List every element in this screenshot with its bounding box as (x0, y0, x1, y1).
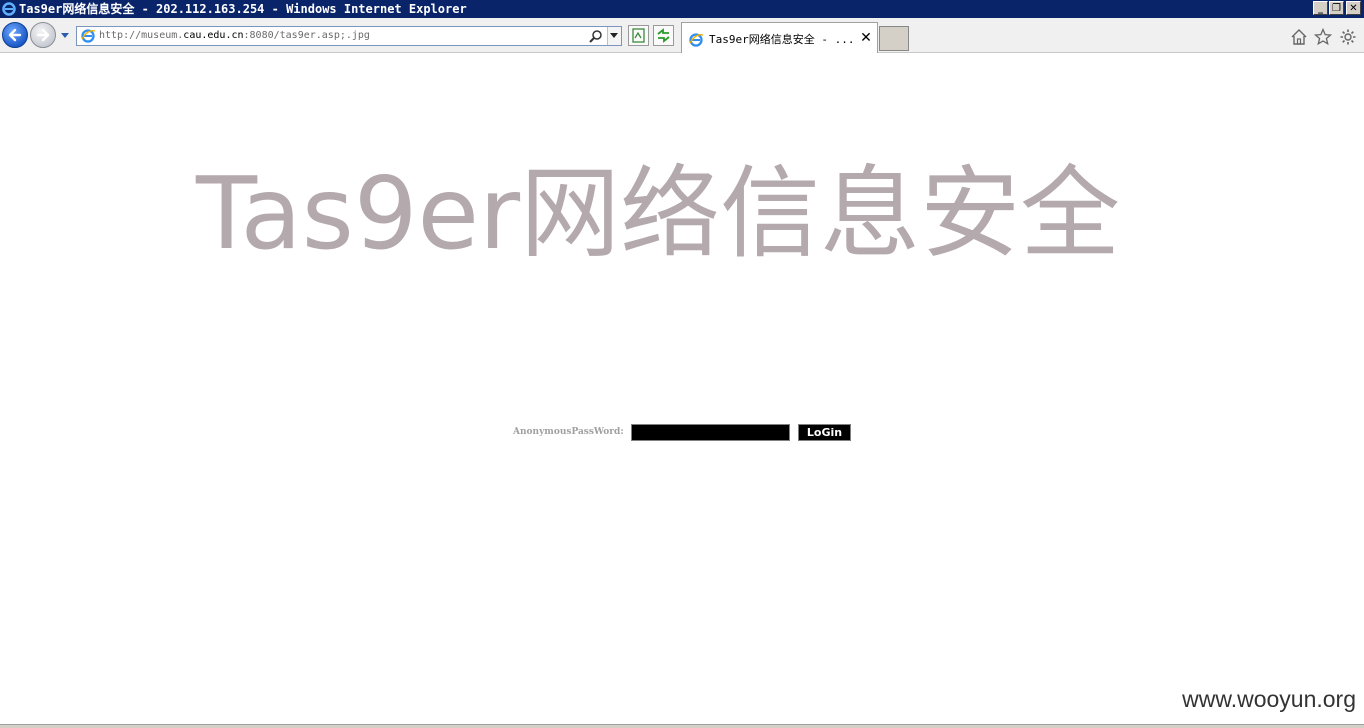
compatibility-view-button[interactable] (628, 25, 649, 46)
forward-arrow-icon (36, 28, 50, 42)
new-tab-button[interactable] (879, 26, 909, 51)
page-content: Tas9er网络信息安全 AnonymousPassWord: LoGin ww… (0, 54, 1364, 724)
refresh-button[interactable] (653, 25, 674, 46)
forward-button[interactable] (30, 22, 56, 48)
ie-logo-icon (2, 2, 16, 16)
login-form: AnonymousPassWord: LoGin (513, 423, 853, 443)
compatibility-icon (632, 28, 645, 43)
tab-active[interactable]: Tas9er网络信息安全 - ... ✕ (681, 22, 878, 53)
password-label: AnonymousPassWord: (513, 427, 624, 437)
back-arrow-icon (8, 28, 22, 42)
status-bar (0, 724, 1364, 728)
home-icon[interactable] (1290, 28, 1308, 46)
ie-tab-icon (689, 33, 704, 47)
browser-toolbar: http://museum.cau.edu.cn:8080/tas9er.asp… (0, 18, 1364, 53)
favorites-star-icon[interactable] (1314, 28, 1332, 46)
window-title: Tas9er网络信息安全 - 202.112.163.254 - Windows… (19, 2, 467, 16)
tab-close-icon[interactable]: ✕ (859, 31, 873, 45)
url-host: cau.edu.cn (183, 30, 244, 41)
chevron-down-icon (610, 33, 618, 38)
password-input[interactable] (631, 424, 790, 441)
login-button[interactable]: LoGin (798, 424, 851, 441)
gear-icon[interactable] (1339, 28, 1357, 46)
url-prefix: http://museum. (99, 30, 184, 41)
address-bar[interactable]: http://museum.cau.edu.cn:8080/tas9er.asp… (76, 26, 622, 46)
search-icon[interactable] (589, 29, 603, 43)
tab-label: Tas9er网络信息安全 - ... (709, 33, 855, 46)
watermark-text: www.wooyun.org (1182, 686, 1356, 712)
ie-page-icon (81, 29, 96, 43)
window-titlebar: Tas9er网络信息安全 - 202.112.163.254 - Windows… (0, 0, 1364, 18)
back-button[interactable] (2, 22, 28, 48)
address-url[interactable]: http://museum.cau.edu.cn:8080/tas9er.asp… (99, 27, 370, 45)
restore-button[interactable]: ❐ (1329, 1, 1344, 15)
minimize-button[interactable]: _ (1313, 1, 1328, 15)
close-window-button[interactable]: ✕ (1346, 1, 1361, 15)
page-banner: Tas9er网络信息安全 (196, 155, 1121, 272)
address-dropdown-button[interactable] (607, 27, 621, 45)
url-suffix: :8080/tas9er.asp;.jpg (243, 30, 370, 41)
refresh-icon (657, 28, 670, 43)
history-dropdown-icon[interactable] (59, 30, 71, 40)
